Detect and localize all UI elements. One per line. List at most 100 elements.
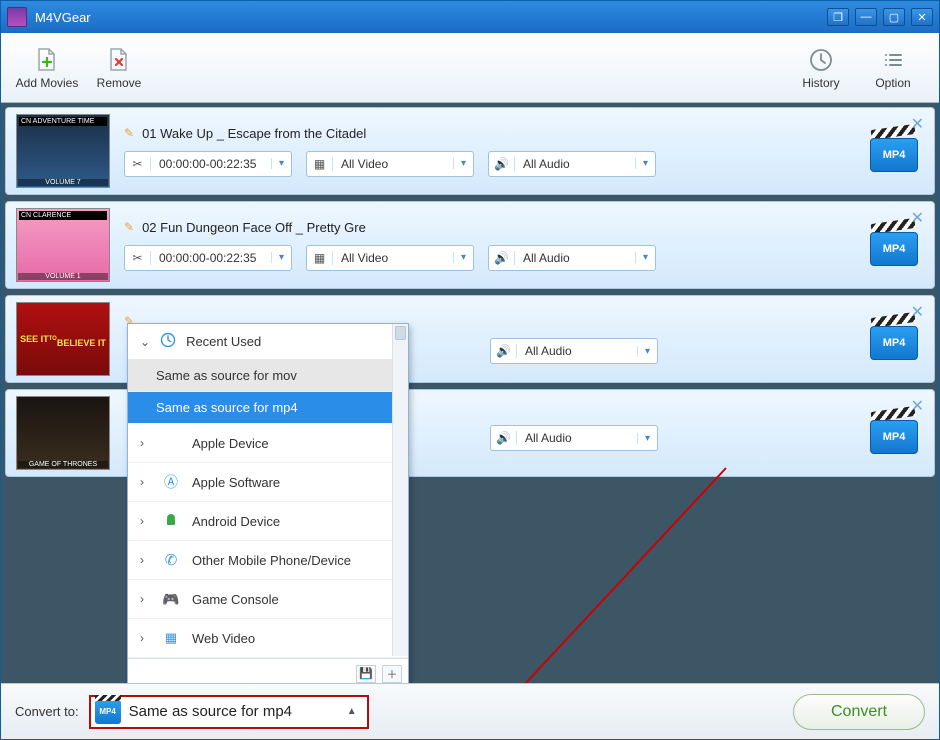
toolbar: Add Movies Remove History Option bbox=[1, 33, 939, 103]
add-preset-button[interactable]: ＋ bbox=[382, 665, 402, 683]
audio-track-select[interactable]: 🔊 All Audio ▾ bbox=[488, 245, 656, 271]
category-apple-device[interactable]: › Apple Device bbox=[128, 424, 408, 463]
category-label: Game Console bbox=[192, 592, 279, 607]
footer: Convert to: MP4 Same as source for mp4 ▲… bbox=[1, 683, 939, 739]
chevron-down-icon: ▾ bbox=[271, 158, 291, 169]
android-icon bbox=[162, 512, 180, 530]
apple-icon bbox=[162, 434, 180, 452]
remove-row-button[interactable]: ✕ bbox=[911, 114, 924, 134]
category-label: Other Mobile Phone/Device bbox=[192, 553, 351, 568]
output-format-icon[interactable]: MP4 bbox=[870, 130, 918, 172]
video-track-select[interactable]: ▦ All Video ▾ bbox=[306, 245, 474, 271]
trim-range-select[interactable]: ✂ 00:00:00-00:22:35 ▾ bbox=[124, 151, 292, 177]
recent-used-header[interactable]: ⌄ Recent Used bbox=[128, 324, 408, 360]
film-icon: ▦ bbox=[307, 157, 333, 171]
audio-track-value: All Audio bbox=[517, 344, 637, 358]
speaker-icon: 🔊 bbox=[491, 344, 517, 358]
history-button[interactable]: History bbox=[785, 38, 857, 98]
window-close-button[interactable]: ✕ bbox=[911, 8, 933, 26]
phone-icon: ✆ bbox=[162, 551, 180, 569]
recent-used-label: Recent Used bbox=[186, 334, 261, 349]
chevron-right-icon: › bbox=[140, 475, 150, 489]
category-label: Web Video bbox=[192, 631, 255, 646]
movie-thumbnail: SEE ITTOBELIEVE IT bbox=[16, 302, 110, 376]
window-restore-button[interactable]: ❐ bbox=[827, 8, 849, 26]
trim-range-value: 00:00:00-00:22:35 bbox=[151, 251, 271, 265]
convert-to-selector[interactable]: MP4 Same as source for mp4 ▲ bbox=[89, 695, 369, 729]
movie-thumbnail: CN CLARENCE VOLUME 1 bbox=[16, 208, 110, 282]
chevron-down-icon: ⌄ bbox=[140, 335, 150, 349]
category-other-mobile[interactable]: › ✆ Other Mobile Phone/Device bbox=[128, 541, 408, 580]
remove-row-button[interactable]: ✕ bbox=[911, 396, 924, 416]
chevron-down-icon: ▾ bbox=[453, 158, 473, 169]
popup-footer: 💾 ＋ bbox=[128, 658, 408, 683]
film-icon: ▦ bbox=[162, 629, 180, 647]
format-preset-popup: ⌄ Recent Used Same as source for mov Sam… bbox=[127, 323, 409, 683]
option-button[interactable]: Option bbox=[857, 38, 929, 98]
annotation-arrow bbox=[436, 458, 736, 683]
chevron-down-icon: ▾ bbox=[637, 346, 657, 357]
preset-item-mov[interactable]: Same as source for mov bbox=[128, 360, 408, 392]
format-badge: MP4 bbox=[870, 326, 918, 360]
remove-file-icon bbox=[105, 46, 133, 74]
format-badge: MP4 bbox=[870, 232, 918, 266]
add-file-icon bbox=[33, 46, 61, 74]
output-format-icon[interactable]: MP4 bbox=[870, 412, 918, 454]
chevron-down-icon: ▾ bbox=[271, 252, 291, 263]
audio-track-select[interactable]: 🔊 All Audio ▾ bbox=[490, 425, 658, 451]
output-format-icon[interactable]: MP4 bbox=[870, 224, 918, 266]
scissors-icon: ✂ bbox=[125, 157, 151, 171]
preset-item-mp4[interactable]: Same as source for mp4 bbox=[128, 392, 408, 424]
chevron-right-icon: › bbox=[140, 631, 150, 645]
save-preset-button[interactable]: 💾 bbox=[356, 665, 376, 683]
remove-button[interactable]: Remove bbox=[83, 38, 155, 98]
movie-title: 02 Fun Dungeon Face Off _ Pretty Gre bbox=[142, 220, 366, 235]
window-maximize-button[interactable]: ▢ bbox=[883, 8, 905, 26]
add-movies-button[interactable]: Add Movies bbox=[11, 38, 83, 98]
chevron-down-icon: ▾ bbox=[635, 158, 655, 169]
history-label: History bbox=[802, 76, 839, 90]
speaker-icon: 🔊 bbox=[489, 157, 515, 171]
speaker-icon: 🔊 bbox=[489, 251, 515, 265]
audio-track-select[interactable]: 🔊 All Audio ▾ bbox=[488, 151, 656, 177]
audio-track-select[interactable]: 🔊 All Audio ▾ bbox=[490, 338, 658, 364]
trim-range-select[interactable]: ✂ 00:00:00-00:22:35 ▾ bbox=[124, 245, 292, 271]
audio-track-value: All Audio bbox=[517, 431, 637, 445]
chevron-right-icon: › bbox=[140, 436, 150, 450]
category-web-video[interactable]: › ▦ Web Video bbox=[128, 619, 408, 658]
format-badge: MP4 bbox=[870, 138, 918, 172]
remove-label: Remove bbox=[97, 76, 142, 90]
convert-button[interactable]: Convert bbox=[793, 694, 925, 730]
output-format-icon[interactable]: MP4 bbox=[870, 318, 918, 360]
popup-scrollbar[interactable] bbox=[392, 324, 408, 656]
video-track-select[interactable]: ▦ All Video ▾ bbox=[306, 151, 474, 177]
chevron-right-icon: › bbox=[140, 592, 150, 606]
remove-row-button[interactable]: ✕ bbox=[911, 302, 924, 322]
clock-icon bbox=[807, 46, 835, 74]
titlebar: M4VGear ❐ — ▢ ✕ bbox=[1, 1, 939, 33]
add-movies-label: Add Movies bbox=[16, 76, 79, 90]
edit-title-icon[interactable]: ✎ bbox=[124, 220, 134, 234]
chevron-down-icon: ▾ bbox=[637, 433, 657, 444]
edit-title-icon[interactable]: ✎ bbox=[124, 126, 134, 140]
window-minimize-button[interactable]: — bbox=[855, 8, 877, 26]
chevron-right-icon: › bbox=[140, 553, 150, 567]
movie-row: CN ADVENTURE TIME VOLUME 7 ✎ 01 Wake Up … bbox=[5, 107, 935, 195]
video-track-value: All Video bbox=[333, 157, 453, 171]
selected-format-text: Same as source for mp4 bbox=[129, 703, 339, 720]
speaker-icon: 🔊 bbox=[491, 431, 517, 445]
convert-to-label: Convert to: bbox=[15, 704, 79, 719]
app-title: M4VGear bbox=[35, 10, 827, 25]
clock-icon bbox=[160, 332, 176, 351]
category-apple-software[interactable]: › Ⓐ Apple Software bbox=[128, 463, 408, 502]
scissors-icon: ✂ bbox=[125, 251, 151, 265]
movie-thumbnail: GAME OF THRONES bbox=[16, 396, 110, 470]
category-label: Android Device bbox=[192, 514, 280, 529]
remove-row-button[interactable]: ✕ bbox=[911, 208, 924, 228]
category-android-device[interactable]: › Android Device bbox=[128, 502, 408, 541]
video-track-value: All Video bbox=[333, 251, 453, 265]
chevron-down-icon: ▾ bbox=[453, 252, 473, 263]
triangle-up-icon: ▲ bbox=[347, 706, 357, 717]
appstore-icon: Ⓐ bbox=[162, 473, 180, 491]
category-game-console[interactable]: › 🎮 Game Console bbox=[128, 580, 408, 619]
